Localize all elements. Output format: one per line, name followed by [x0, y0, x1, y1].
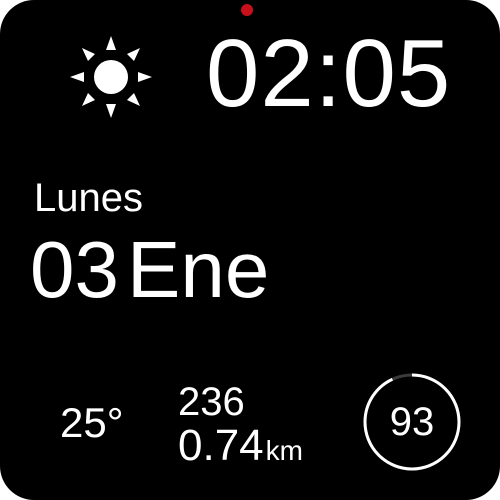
distance-display: 0.74km	[178, 424, 303, 468]
date-display: 03 Ene	[30, 230, 269, 310]
watch-face: 02:05 Lunes 03 Ene 25° 236 0.74km 93	[0, 0, 500, 500]
step-count: 236	[178, 380, 245, 424]
date-month: Ene	[126, 225, 270, 314]
temperature-value: 25°	[60, 399, 124, 446]
distance-value: 0.74	[178, 421, 264, 470]
clock-time: 02:05	[206, 20, 452, 127]
sun-icon	[70, 36, 152, 118]
battery-percent: 93	[389, 400, 435, 444]
weekday-label: Lunes	[34, 176, 143, 220]
notification-dot	[241, 4, 253, 16]
distance-unit: km	[265, 435, 303, 466]
date-day: 03	[30, 225, 119, 314]
